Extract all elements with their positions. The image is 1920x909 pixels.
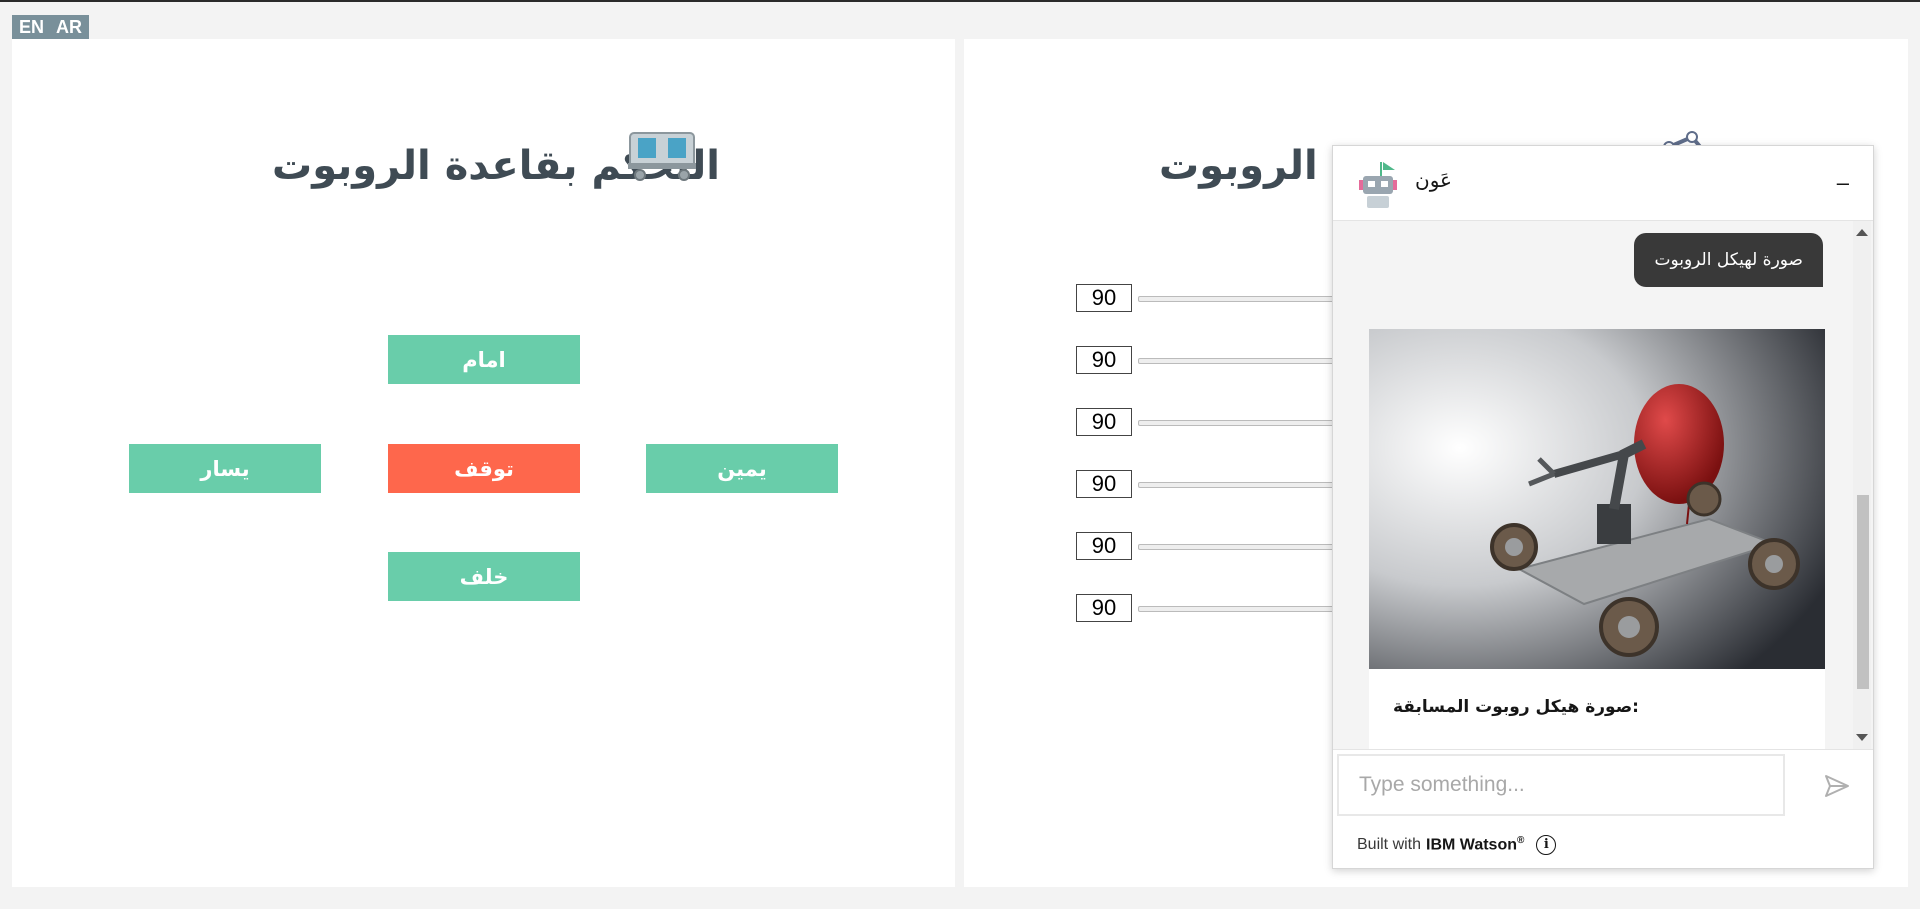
servo-value-4[interactable]: 90 bbox=[1076, 470, 1132, 498]
user-message-bubble: صورة لهيكل الروبوت bbox=[1634, 233, 1823, 287]
bot-avatar-icon bbox=[1359, 162, 1397, 208]
robot-base-icon bbox=[628, 132, 696, 181]
scroll-down-icon[interactable] bbox=[1856, 734, 1868, 741]
chat-scrollbar[interactable] bbox=[1853, 221, 1871, 749]
response-card: صورة هيكل روبوت المسابقة: bbox=[1369, 329, 1825, 749]
servo-value-2[interactable]: 90 bbox=[1076, 346, 1132, 374]
chat-messages: صورة لهيكل الروبوت صورة هيكل روبوت المسا… bbox=[1333, 221, 1873, 749]
servo-value-1[interactable]: 90 bbox=[1076, 284, 1132, 312]
chat-footer: Built with IBM Watson® i bbox=[1333, 821, 1873, 868]
scroll-up-icon[interactable] bbox=[1856, 229, 1868, 236]
watson-brand: IBM Watson® bbox=[1426, 834, 1525, 854]
servo-value-6[interactable]: 90 bbox=[1076, 594, 1132, 622]
built-with-label: Built with bbox=[1357, 835, 1422, 853]
arm-panel-title: ع الروبوت bbox=[1159, 143, 1360, 189]
info-icon[interactable]: i bbox=[1536, 834, 1557, 855]
robot-chassis-image bbox=[1369, 329, 1825, 669]
chat-input[interactable] bbox=[1337, 754, 1785, 816]
stop-button[interactable]: توقف bbox=[388, 444, 580, 493]
card-caption: صورة هيكل روبوت المسابقة: bbox=[1393, 697, 1639, 717]
language-switcher: EN AR bbox=[12, 15, 90, 39]
send-icon[interactable] bbox=[1823, 772, 1851, 800]
base-control-panel: التحكم بقاعدة الروبوت امام يسار توقف يمي… bbox=[12, 39, 955, 887]
scroll-thumb[interactable] bbox=[1857, 495, 1869, 689]
left-button[interactable]: يسار bbox=[129, 444, 321, 493]
servo-value-3[interactable]: 90 bbox=[1076, 408, 1132, 436]
chat-input-area bbox=[1333, 749, 1873, 822]
bot-name: عَون bbox=[1415, 168, 1452, 192]
lang-ar-button[interactable]: AR bbox=[56, 17, 82, 38]
lang-en-button[interactable]: EN bbox=[19, 17, 44, 38]
top-border bbox=[0, 0, 1920, 2]
chat-header: عَون – bbox=[1333, 146, 1873, 221]
forward-button[interactable]: امام bbox=[388, 335, 580, 384]
back-button[interactable]: خلف bbox=[388, 552, 580, 601]
minimize-button[interactable]: – bbox=[1837, 170, 1849, 196]
right-button[interactable]: يمين bbox=[646, 444, 838, 493]
servo-value-5[interactable]: 90 bbox=[1076, 532, 1132, 560]
chat-widget: عَون – صورة لهيكل الروبوت صورة هيكل روبو… bbox=[1332, 145, 1874, 869]
